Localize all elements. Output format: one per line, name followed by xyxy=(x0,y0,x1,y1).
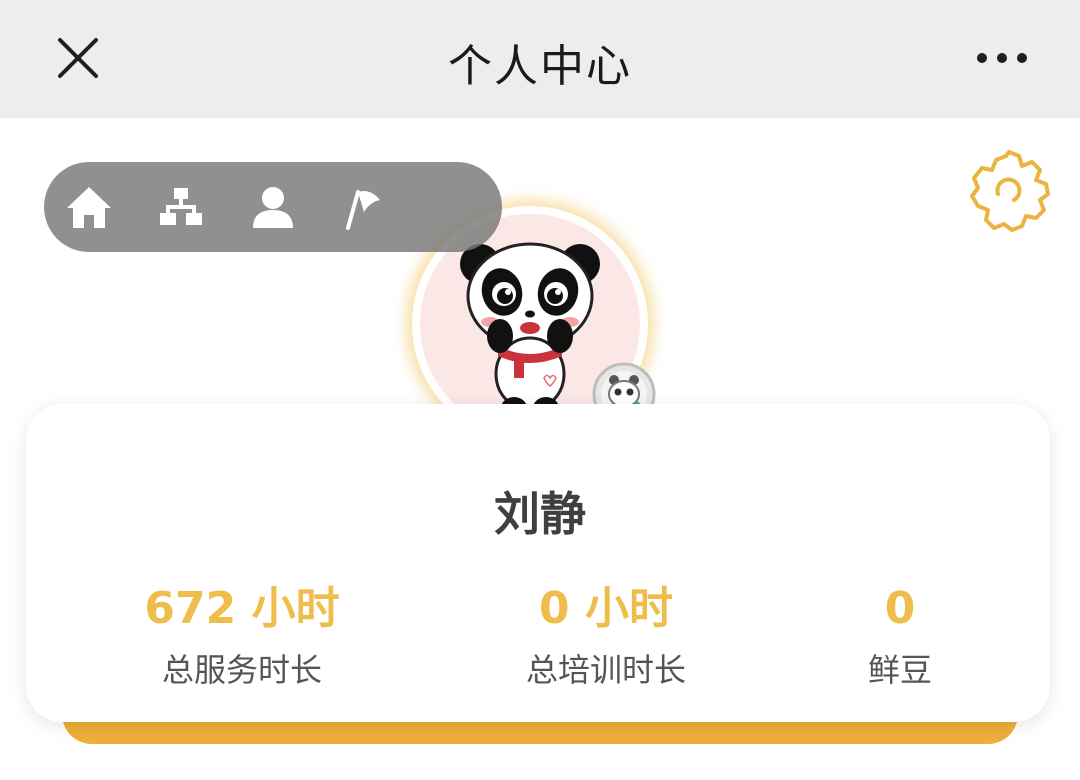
stat-label: 鲜豆 xyxy=(867,651,932,689)
user-name: 刘静 xyxy=(494,487,586,541)
stat-label: 总服务时长 xyxy=(161,651,322,689)
header-bar: 个人中心 xyxy=(0,0,1080,118)
settings-button[interactable] xyxy=(964,146,1054,236)
gear-icon xyxy=(970,150,1050,232)
quick-nav-bar xyxy=(44,162,502,252)
nav-profile-button[interactable] xyxy=(248,184,298,230)
stat-xiandou[interactable]: 0 鲜豆 xyxy=(750,580,1050,692)
sitemap-icon xyxy=(160,188,202,225)
user-icon xyxy=(253,187,293,228)
nav-flag-button[interactable] xyxy=(340,184,390,230)
nav-home-button[interactable] xyxy=(64,184,114,230)
stat-value: 0 小时 xyxy=(539,583,673,634)
home-icon xyxy=(67,187,111,228)
more-dots-icon xyxy=(977,53,1027,63)
stat-value: 672 小时 xyxy=(144,583,340,634)
more-button[interactable] xyxy=(972,40,1032,76)
stat-value: 0 xyxy=(884,583,916,634)
page-title: 个人中心 xyxy=(448,41,632,92)
stat-label: 总培训时长 xyxy=(525,651,686,689)
nav-structure-button[interactable] xyxy=(156,184,206,230)
stat-training-hours[interactable]: 0 小时 总培训时长 xyxy=(456,580,756,692)
stat-service-hours[interactable]: 672 小时 总服务时长 xyxy=(92,580,392,692)
flag-icon xyxy=(346,190,380,230)
